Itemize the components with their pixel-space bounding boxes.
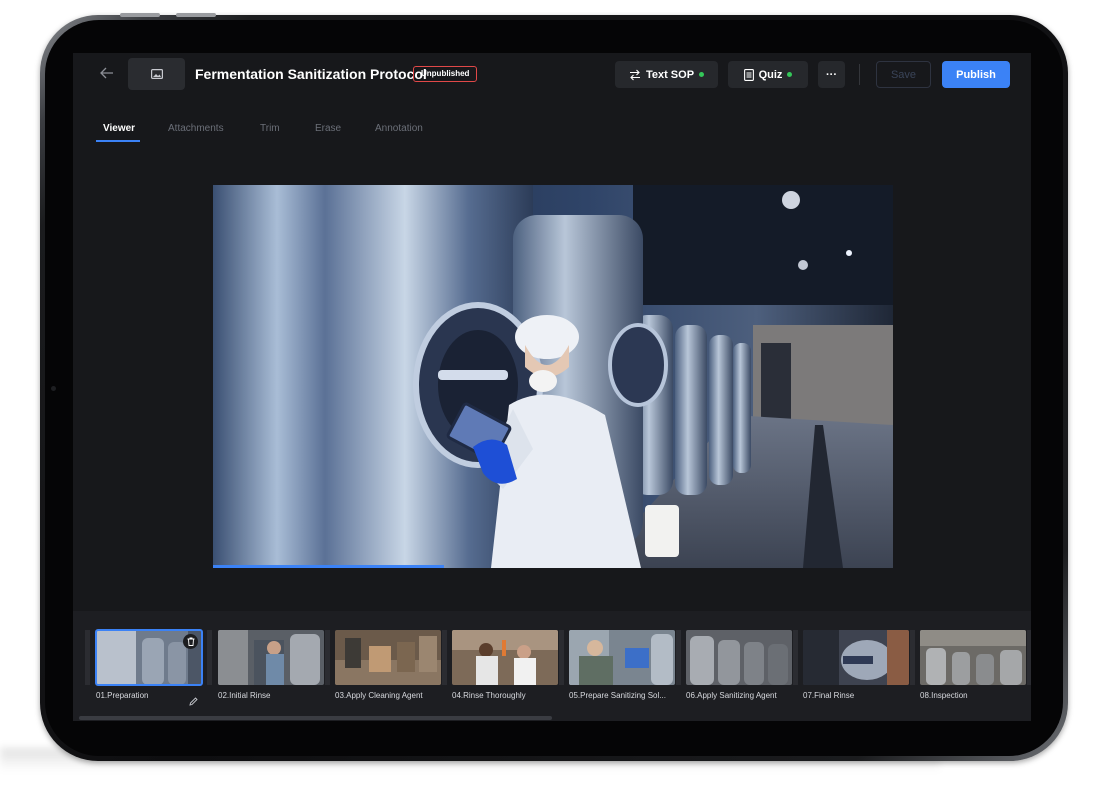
filmstrip-gap bbox=[559, 630, 564, 685]
step-thumbnail bbox=[335, 630, 441, 685]
swap-icon bbox=[629, 69, 640, 80]
device-camera bbox=[51, 386, 56, 391]
step-clip-1[interactable]: 01.Preparation bbox=[95, 629, 203, 706]
filmstrip-gap bbox=[676, 630, 681, 685]
step-thumbnail bbox=[920, 630, 1026, 685]
filmstrip-scrollbar[interactable] bbox=[79, 716, 552, 720]
filmstrip-gap bbox=[1027, 630, 1031, 685]
trash-icon[interactable] bbox=[183, 634, 198, 649]
step-thumbnail bbox=[686, 630, 792, 685]
more-options-button[interactable]: ··· bbox=[818, 61, 845, 88]
text-sop-button[interactable]: Text SOP bbox=[615, 61, 718, 88]
step-clip-3[interactable]: 03.Apply Cleaning Agent bbox=[335, 630, 441, 700]
step-clip-6[interactable]: 06.Apply Sanitizing Agent bbox=[686, 630, 792, 700]
device-button bbox=[120, 13, 160, 17]
step-label: 04.Rinse Thoroughly bbox=[452, 691, 526, 700]
step-label: 07.Final Rinse bbox=[803, 691, 855, 700]
tab-erase[interactable]: Erase bbox=[315, 123, 341, 134]
step-clip-5[interactable]: 05.Prepare Sanitizing Sol... bbox=[569, 630, 675, 700]
tab-viewer[interactable]: Viewer bbox=[103, 123, 135, 134]
status-dot bbox=[787, 72, 793, 77]
step-thumbnail bbox=[803, 630, 909, 685]
divider bbox=[859, 64, 860, 85]
step-thumbnail bbox=[218, 630, 324, 685]
filmstrip-gap bbox=[793, 630, 798, 685]
back-arrow-icon[interactable] bbox=[97, 65, 117, 85]
step-thumbnail bbox=[452, 630, 558, 685]
playback-progress bbox=[213, 565, 445, 568]
quiz-label: Quiz bbox=[758, 68, 783, 81]
tab-attachments[interactable]: Attachments bbox=[168, 123, 224, 134]
step-label: 06.Apply Sanitizing Agent bbox=[686, 691, 777, 700]
step-thumbnail bbox=[569, 630, 675, 685]
step-label: 08.Inspection bbox=[920, 691, 968, 700]
device-button bbox=[176, 13, 216, 17]
save-button[interactable]: Save bbox=[876, 61, 931, 88]
main-video-frame[interactable] bbox=[213, 185, 893, 568]
step-label: 03.Apply Cleaning Agent bbox=[335, 691, 423, 700]
tab-trim[interactable]: Trim bbox=[260, 123, 280, 134]
filmstrip-gap bbox=[207, 630, 212, 685]
step-thumbnail bbox=[95, 629, 203, 686]
status-dot bbox=[699, 72, 705, 77]
step-clip-2[interactable]: 02.Initial Rinse bbox=[218, 630, 324, 700]
app-screen: Fermentation Sanitization Protocol Unpub… bbox=[73, 53, 1031, 721]
publish-button[interactable]: Publish bbox=[942, 61, 1010, 88]
step-filmstrip: 01.Preparation 02.Initial Rinse 03.Apply… bbox=[73, 611, 1031, 721]
step-clip-4[interactable]: 04.Rinse Thoroughly bbox=[452, 630, 558, 700]
page-title: Fermentation Sanitization Protocol bbox=[195, 66, 427, 82]
tab-bar: Viewer Attachments Trim Erase Annotation bbox=[96, 119, 496, 145]
tab-annotation[interactable]: Annotation bbox=[375, 123, 423, 134]
pencil-icon[interactable] bbox=[189, 693, 198, 711]
step-label: 05.Prepare Sanitizing Sol... bbox=[569, 691, 666, 700]
cover-image-button[interactable] bbox=[128, 58, 185, 90]
image-icon bbox=[150, 69, 163, 79]
top-bar: Fermentation Sanitization Protocol Unpub… bbox=[73, 53, 1031, 97]
step-label: 02.Initial Rinse bbox=[218, 691, 271, 700]
text-sop-label: Text SOP bbox=[645, 68, 695, 81]
step-clip-7[interactable]: 07.Final Rinse bbox=[803, 630, 909, 700]
active-tab-indicator bbox=[96, 140, 140, 142]
quiz-button[interactable]: Quiz bbox=[728, 61, 808, 88]
filmstrip-gap bbox=[325, 630, 330, 685]
filmstrip-gap bbox=[910, 630, 915, 685]
filmstrip-gap bbox=[85, 630, 90, 685]
status-badge: Unpublished bbox=[413, 66, 478, 82]
step-label: 01.Preparation bbox=[96, 691, 149, 700]
document-icon bbox=[743, 68, 754, 81]
more-icon: ··· bbox=[826, 68, 837, 81]
step-clip-8[interactable]: 08.Inspection bbox=[920, 630, 1026, 700]
filmstrip-gap bbox=[442, 630, 447, 685]
